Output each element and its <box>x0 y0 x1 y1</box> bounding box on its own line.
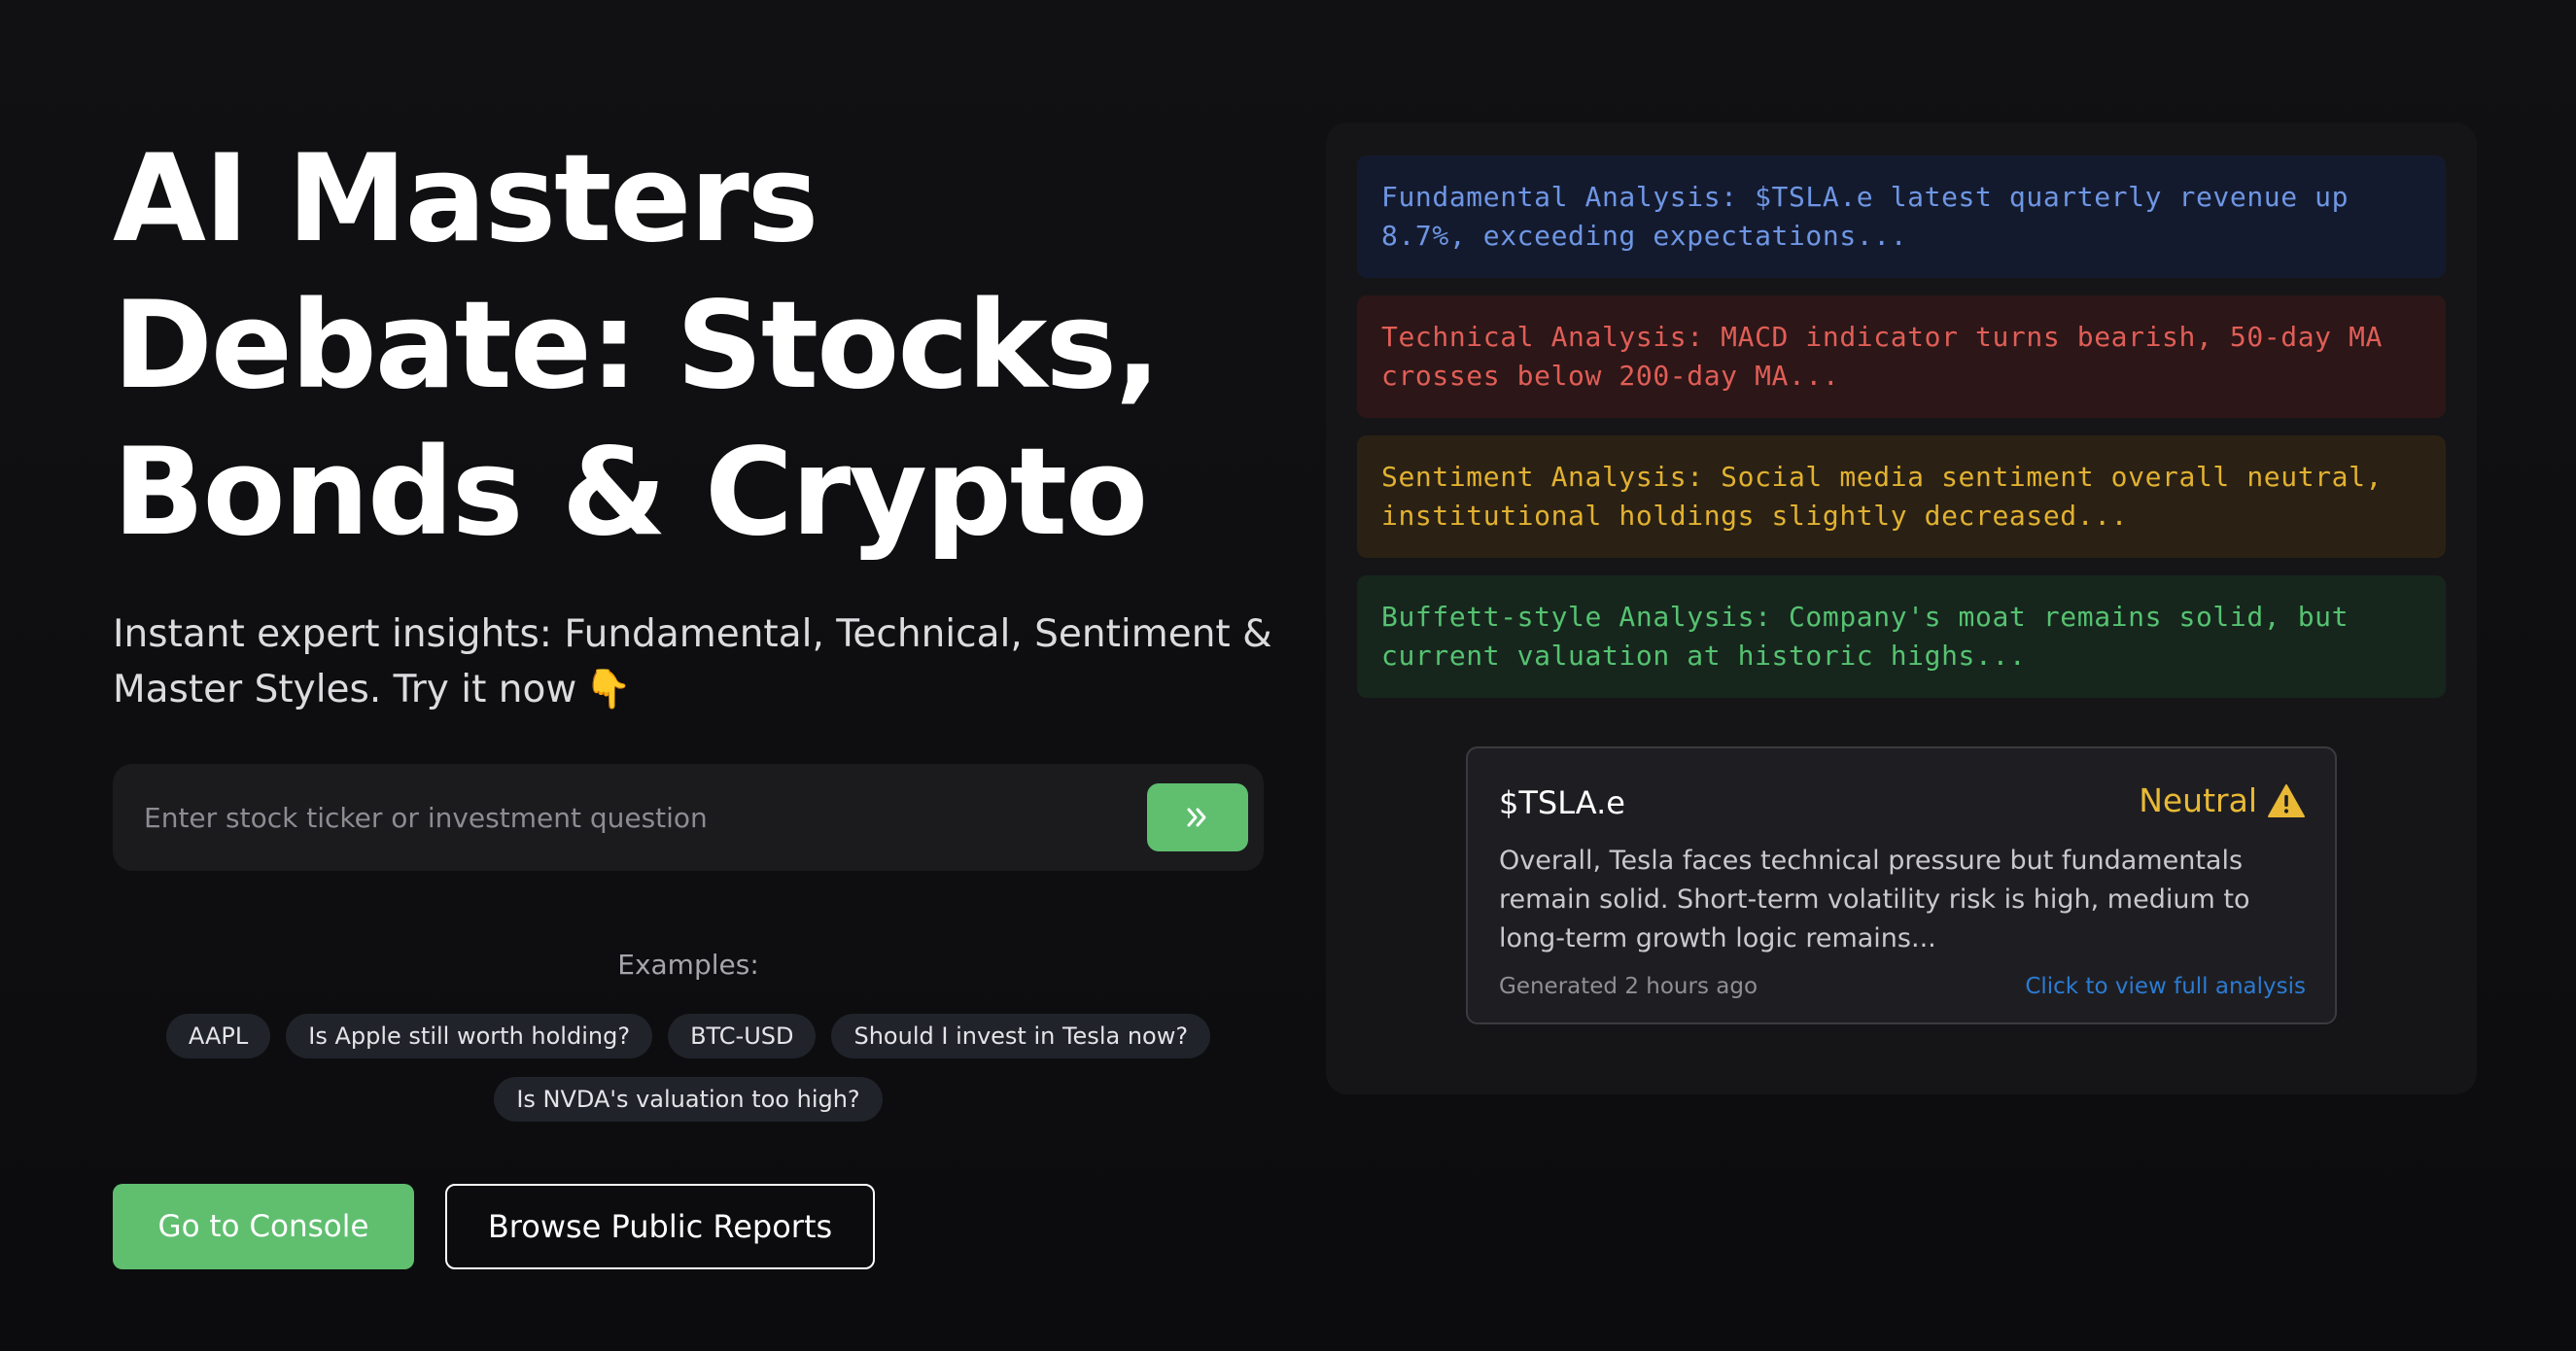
hero-title: AI Masters Debate: Stocks, Bonds & Crypt… <box>113 129 1161 563</box>
view-full-analysis-link[interactable]: Click to view full analysis <box>2025 974 2306 999</box>
hero-subtitle-text: Instant expert insights: Fundamental, Te… <box>113 612 1272 711</box>
pointing-down-icon: 👇 <box>584 668 632 711</box>
example-chips-row: AAPL Is Apple still worth holding? BTC-U… <box>113 1014 1264 1058</box>
summary-card[interactable]: $TSLA.e Neutral Overall, Tesla faces tec… <box>1466 746 2337 1024</box>
example-chip-btc-usd[interactable]: BTC-USD <box>668 1014 817 1058</box>
search-box <box>113 764 1264 871</box>
go-to-console-button[interactable]: Go to Console <box>113 1184 414 1269</box>
warning-icon <box>2268 783 2305 817</box>
hero-subtitle: Instant expert insights: Fundamental, Te… <box>113 606 1299 717</box>
summary-ticker: $TSLA.e <box>1499 784 1625 821</box>
example-chip-tesla-invest[interactable]: Should I invest in Tesla now? <box>831 1014 1211 1058</box>
buffett-analysis-card: Buffett-style Analysis: Company's moat r… <box>1357 575 2446 698</box>
fundamental-analysis-card: Fundamental Analysis: $TSLA.e latest qua… <box>1357 156 2446 278</box>
example-chip-aapl[interactable]: AAPL <box>165 1014 271 1058</box>
rating-label: Neutral <box>2139 781 2257 819</box>
search-submit-button[interactable] <box>1147 783 1248 851</box>
double-chevron-right-icon <box>1187 808 1206 827</box>
example-chips-row: Is NVDA's valuation too high? <box>113 1077 1264 1122</box>
example-chip-nvda-valuation[interactable]: Is NVDA's valuation too high? <box>494 1077 883 1122</box>
search-input[interactable] <box>144 764 1116 871</box>
summary-rating: Neutral <box>2139 781 2306 819</box>
technical-analysis-card: Technical Analysis: MACD indicator turns… <box>1357 295 2446 418</box>
browse-public-reports-button[interactable]: Browse Public Reports <box>445 1184 875 1269</box>
sentiment-analysis-card: Sentiment Analysis: Social media sentime… <box>1357 435 2446 558</box>
summary-generated-time: Generated 2 hours ago <box>1499 974 1758 999</box>
examples-label: Examples: <box>617 949 759 981</box>
example-chip-apple-holding[interactable]: Is Apple still worth holding? <box>286 1014 653 1058</box>
summary-text: Overall, Tesla faces technical pressure … <box>1499 846 2250 953</box>
